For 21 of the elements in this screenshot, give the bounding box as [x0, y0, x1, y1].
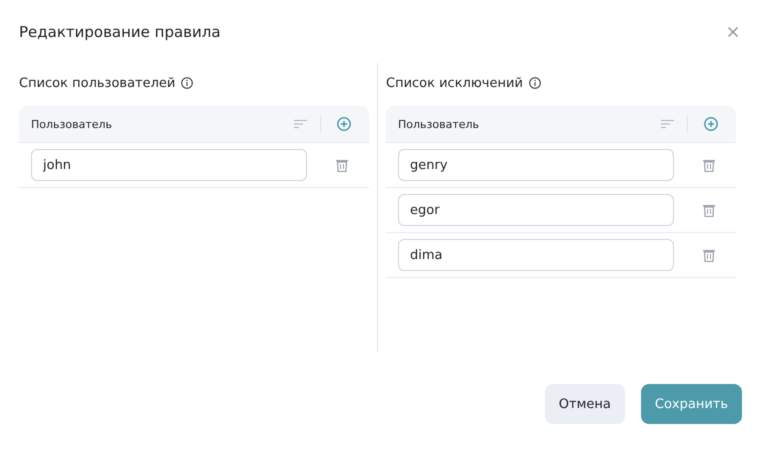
info-icon [528, 77, 541, 89]
trash-icon[interactable] [703, 248, 715, 262]
column-header: Пользователь [398, 118, 480, 130]
close-icon[interactable] [727, 26, 739, 38]
sort-icon[interactable] [661, 119, 674, 129]
section-title: Список пользователей [19, 76, 176, 90]
trash-icon[interactable] [703, 158, 715, 172]
user-field[interactable]: dima [398, 239, 674, 271]
section-title: Список исключений [386, 76, 523, 90]
user-field[interactable]: genry [398, 149, 674, 181]
trash-icon[interactable] [703, 204, 715, 216]
add-icon[interactable] [704, 117, 718, 131]
column-header: Пользователь [31, 118, 114, 130]
trash-icon[interactable] [336, 158, 348, 172]
info-icon [181, 77, 194, 89]
add-icon[interactable] [337, 117, 351, 131]
user-field[interactable]: egor [398, 194, 674, 226]
user-field[interactable]: john [31, 149, 307, 181]
cancel-button[interactable]: Отмена [544, 384, 625, 424]
sort-icon[interactable] [294, 119, 307, 129]
dialog-title: Редактирование правила [19, 23, 221, 41]
